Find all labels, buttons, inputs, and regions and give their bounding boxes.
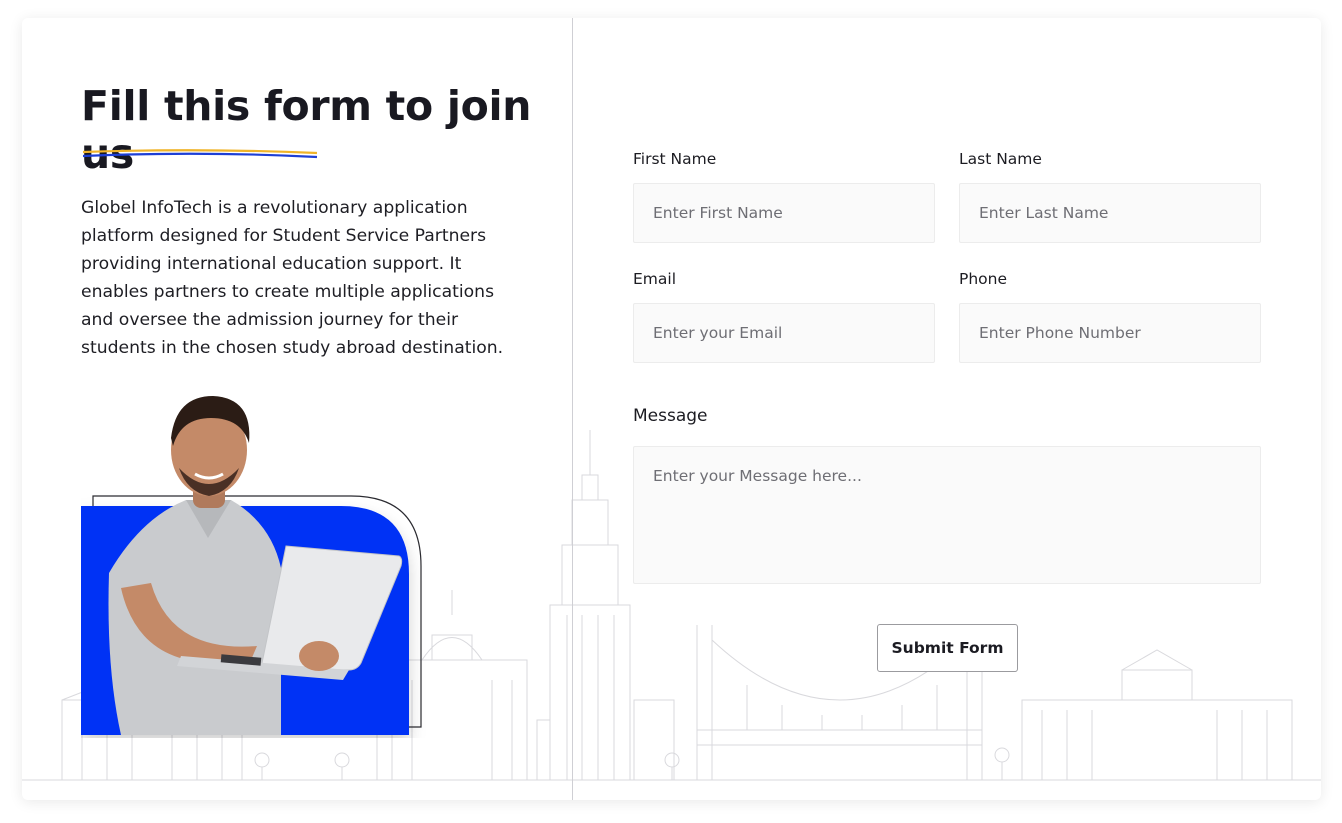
- last-name-label: Last Name: [959, 150, 1042, 168]
- page-title: Fill this form to join us: [81, 82, 532, 178]
- first-name-label: First Name: [633, 150, 717, 168]
- title-underline: [82, 149, 318, 159]
- phone-input[interactable]: [959, 303, 1261, 363]
- hero-man-with-laptop-image: [81, 396, 422, 735]
- phone-label: Phone: [959, 270, 1008, 288]
- intro-description: Globel InfoTech is a revolutionary appli…: [81, 198, 504, 358]
- last-name-input[interactable]: [959, 183, 1261, 243]
- email-input[interactable]: [633, 303, 935, 363]
- message-label: Message: [633, 406, 708, 426]
- first-name-input[interactable]: [633, 183, 935, 243]
- column-divider: [572, 18, 573, 800]
- submit-form-button[interactable]: Submit Form: [877, 624, 1018, 672]
- signup-card: Fill this form to join us Globel InfoTec…: [22, 18, 1321, 800]
- message-textarea[interactable]: [633, 446, 1261, 584]
- email-label: Email: [633, 270, 677, 288]
